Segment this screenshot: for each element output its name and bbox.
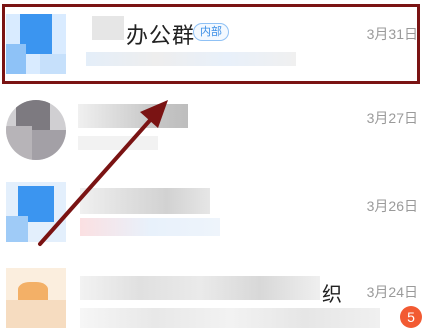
annotation-arrow (38, 100, 168, 246)
